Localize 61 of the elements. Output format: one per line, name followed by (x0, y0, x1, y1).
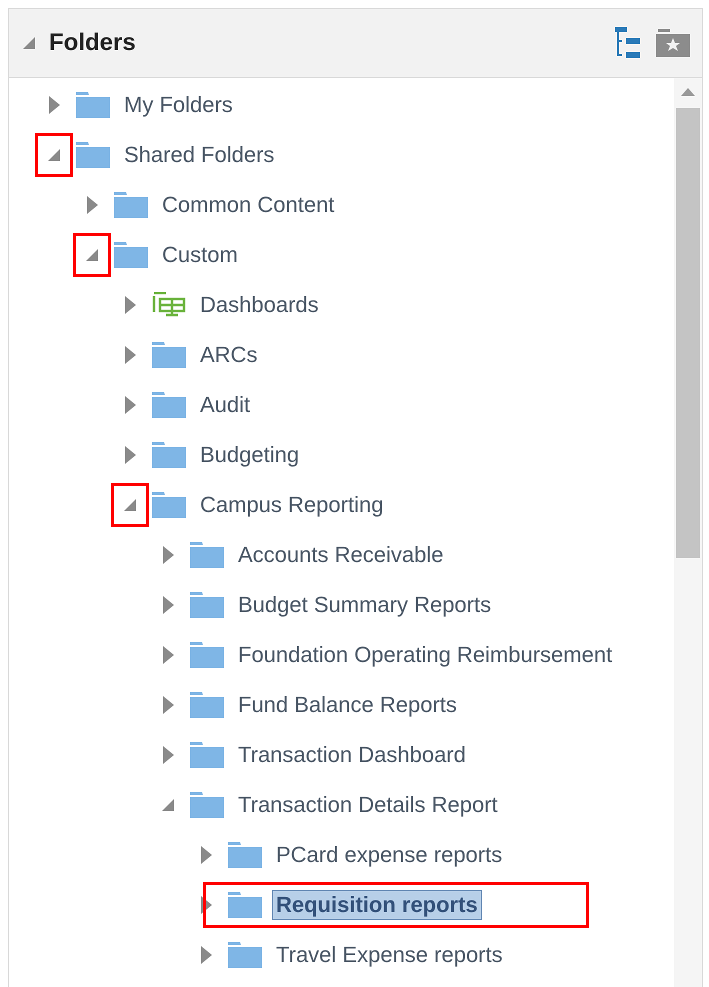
tree-item[interactable]: My Folders (120, 90, 237, 120)
panel-title: Folders (49, 29, 137, 57)
collapse-icon[interactable] (162, 799, 174, 811)
tree-item[interactable]: ARCs (196, 340, 262, 370)
folder-icon (190, 592, 224, 618)
expand-icon[interactable] (86, 196, 98, 214)
tree-item[interactable]: Fund Balance Reports (234, 690, 461, 720)
tree-item[interactable]: Dashboards (196, 290, 323, 320)
tree-item[interactable]: Campus Reporting (196, 490, 388, 520)
folder-icon (114, 192, 148, 218)
folder-star-icon[interactable] (656, 29, 690, 57)
folder-icon (76, 142, 110, 168)
expand-icon[interactable] (162, 546, 174, 564)
tree-item[interactable]: Audit (196, 390, 254, 420)
expand-icon[interactable] (162, 746, 174, 764)
tree-item[interactable]: Budgeting (196, 440, 304, 470)
folder-icon (190, 642, 224, 668)
collapse-icon[interactable] (86, 249, 98, 261)
dashboard-icon (152, 292, 186, 318)
tree-item[interactable]: Accounts Receivable (234, 540, 448, 570)
tree-item[interactable]: Custom (158, 240, 242, 270)
folder-icon (152, 442, 186, 468)
folder-icon (190, 792, 224, 818)
folder-icon (228, 942, 262, 968)
scroll-up-icon[interactable] (681, 88, 695, 96)
scrollbar-thumb[interactable] (676, 108, 700, 558)
folder-icon (190, 542, 224, 568)
expand-icon[interactable] (48, 96, 60, 114)
tree-item[interactable]: Travel Expense reports (272, 940, 507, 970)
collapse-icon[interactable] (23, 37, 35, 49)
folder-icon (228, 842, 262, 868)
folder-icon (152, 392, 186, 418)
folder-icon (114, 242, 148, 268)
tree-item[interactable]: PCard expense reports (272, 840, 506, 870)
expand-icon[interactable] (162, 696, 174, 714)
folder-icon (190, 692, 224, 718)
expand-icon[interactable] (200, 896, 212, 914)
folder-icon (152, 492, 186, 518)
tree-view-icon[interactable] (614, 27, 642, 59)
tree-item[interactable]: Foundation Operating Reimbursement (234, 640, 616, 670)
expand-icon[interactable] (124, 296, 136, 314)
expand-icon[interactable] (124, 346, 136, 364)
collapse-icon[interactable] (48, 149, 60, 161)
expand-icon[interactable] (200, 946, 212, 964)
folder-icon (190, 742, 224, 768)
scrollbar[interactable] (674, 78, 702, 987)
tree-item[interactable]: Common Content (158, 190, 338, 220)
expand-icon[interactable] (162, 646, 174, 664)
expand-icon[interactable] (124, 446, 136, 464)
tree-item[interactable]: Budget Summary Reports (234, 590, 496, 620)
folder-icon (152, 342, 186, 368)
expand-icon[interactable] (162, 596, 174, 614)
tree-item[interactable]: Requisition reports (272, 890, 482, 920)
folder-icon (228, 892, 262, 918)
folder-icon (76, 92, 110, 118)
tree-item[interactable]: Shared Folders (120, 140, 278, 170)
tree-item[interactable]: Transaction Dashboard (234, 740, 470, 770)
collapse-icon[interactable] (124, 499, 136, 511)
tree-item[interactable]: Transaction Details Report (234, 790, 502, 820)
expand-icon[interactable] (124, 396, 136, 414)
expand-icon[interactable] (200, 846, 212, 864)
